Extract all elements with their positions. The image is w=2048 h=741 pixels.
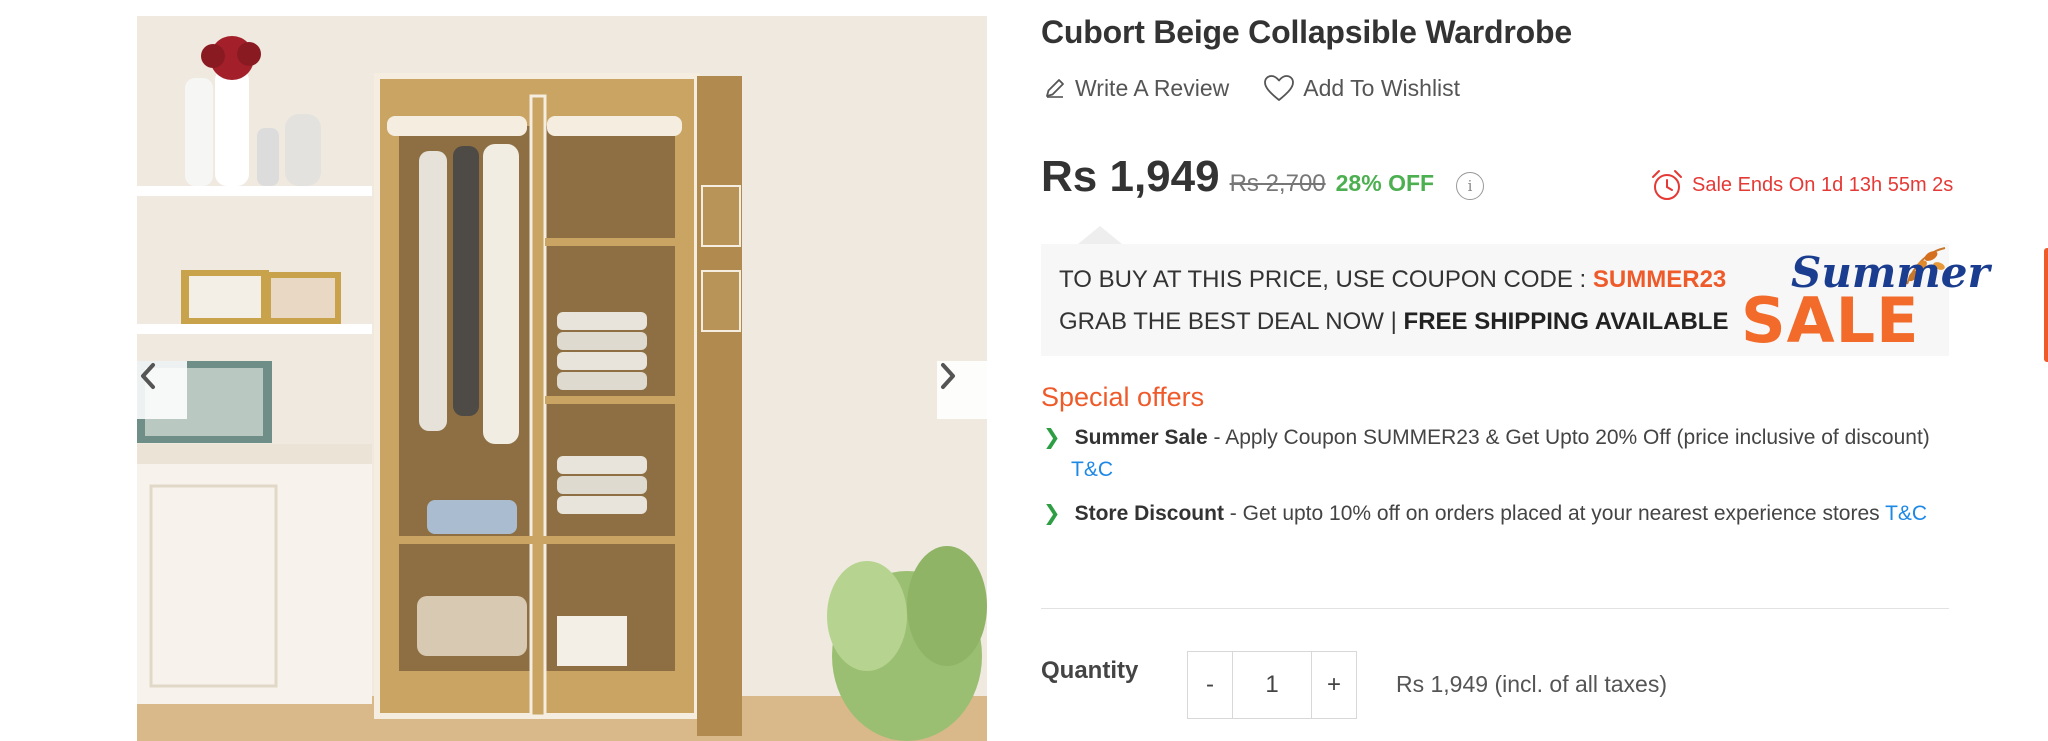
section-divider xyxy=(1041,608,1949,609)
product-title: Cubort Beige Collapsible Wardrobe xyxy=(1041,14,1572,50)
offer-item: ❯ Summer Sale - Apply Coupon SUMMER23 & G… xyxy=(1043,422,1943,486)
write-review-label: Write A Review xyxy=(1075,74,1230,101)
product-actions: Write A Review Add To Wishlist xyxy=(1043,74,1460,102)
alarm-clock-icon xyxy=(1652,170,1682,200)
heart-icon xyxy=(1264,75,1295,101)
offer-name: Store Discount xyxy=(1074,502,1224,525)
banner-pointer xyxy=(1078,226,1122,244)
add-to-wishlist-link[interactable]: Add To Wishlist xyxy=(1263,74,1460,102)
add-to-wishlist-label: Add To Wishlist xyxy=(1303,74,1461,101)
quantity-increase-button[interactable]: + xyxy=(1312,652,1356,718)
special-offers-heading: Special offers xyxy=(1041,382,1205,412)
discount-badge: 28% OFF xyxy=(1335,170,1435,196)
coupon-banner: TO BUY AT THIS PRICE, USE COUPON CODE : … xyxy=(1041,244,1990,357)
product-image xyxy=(137,16,987,741)
sale-countdown-text: Sale Ends On 1d 13h 55m 2s xyxy=(1692,173,1954,196)
deal-line: GRAB THE BEST DEAL NOW | FREE SHIPPING A… xyxy=(1059,308,1728,336)
chevron-right-icon: ❯ xyxy=(1043,502,1061,525)
side-tab-edge[interactable] xyxy=(2044,248,2048,362)
summer-sale-logo: Summer SALE xyxy=(1741,244,1990,357)
deal-prefix: GRAB THE BEST DEAL NOW | xyxy=(1059,308,1397,335)
chevron-left-icon xyxy=(141,363,155,389)
selling-price: Rs 1,949 xyxy=(1041,152,1220,201)
coupon-line: TO BUY AT THIS PRICE, USE COUPON CODE : … xyxy=(1059,266,1726,294)
coupon-prefix: TO BUY AT THIS PRICE, USE COUPON CODE : xyxy=(1059,266,1587,293)
offer-item: ❯ Store Discount - Get upto 10% off on or… xyxy=(1043,498,1943,530)
offer-terms-link[interactable]: T&C xyxy=(1885,502,1927,525)
quantity-total-price: Rs 1,949 (incl. of all taxes) xyxy=(1396,671,1668,697)
offer-text: - Get upto 10% off on orders placed at y… xyxy=(1223,502,1886,525)
logo-sale-text: SALE xyxy=(1741,284,1920,357)
original-price: Rs 2,700 xyxy=(1229,170,1326,197)
gallery-next-button[interactable] xyxy=(937,361,987,419)
offer-terms-link[interactable]: T&C xyxy=(1071,458,1113,481)
sale-countdown: Sale Ends On 1d 13h 55m 2s xyxy=(1650,168,1953,202)
quantity-input[interactable]: 1 xyxy=(1232,652,1312,718)
chevron-right-icon: ❯ xyxy=(1043,426,1061,449)
quantity-stepper: - 1 + xyxy=(1187,651,1357,719)
offer-text: - Apply Coupon SUMMER23 & Get Upto 20% O… xyxy=(1207,426,1930,449)
coupon-code: SUMMER23 xyxy=(1592,266,1727,293)
write-review-link[interactable]: Write A Review xyxy=(1043,75,1229,102)
product-image-gallery[interactable] xyxy=(137,16,987,741)
quantity-label: Quantity xyxy=(1041,657,1139,684)
price-info-icon[interactable]: i xyxy=(1456,172,1484,200)
price-row: Rs 1,949 Rs 2,700 28% OFF xyxy=(1041,152,1434,202)
offer-name: Summer Sale xyxy=(1074,426,1208,449)
chevron-right-icon xyxy=(941,363,955,389)
pencil-icon xyxy=(1046,79,1064,98)
free-shipping-text: FREE SHIPPING AVAILABLE xyxy=(1403,308,1729,335)
gallery-prev-button[interactable] xyxy=(137,361,187,419)
quantity-decrease-button[interactable]: - xyxy=(1188,652,1232,718)
